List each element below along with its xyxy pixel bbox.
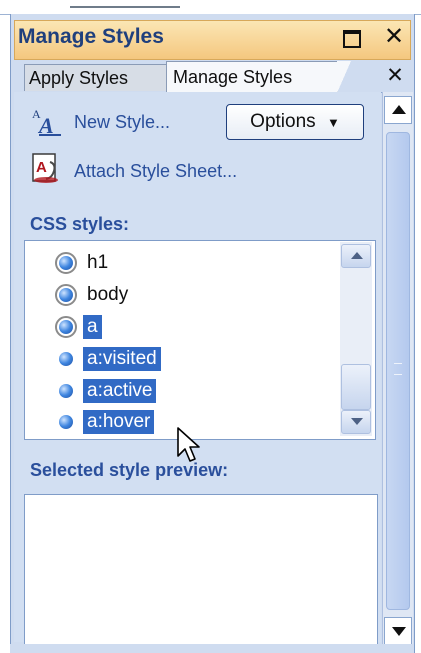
task-pane-title: Manage Styles bbox=[18, 25, 164, 48]
top-window-edge bbox=[0, 0, 421, 15]
panel-scroll-up-icon[interactable] bbox=[384, 96, 412, 124]
svg-text:A: A bbox=[36, 159, 47, 176]
panel-scroll-thumb[interactable] bbox=[386, 132, 410, 610]
close-icon[interactable]: ✕ bbox=[380, 22, 408, 52]
list-item[interactable]: a:visited bbox=[25, 344, 335, 376]
style-bullet-icon bbox=[59, 288, 73, 302]
style-bullet-icon bbox=[59, 320, 73, 334]
list-item[interactable]: h1 bbox=[25, 248, 335, 280]
maximize-icon[interactable] bbox=[340, 26, 364, 50]
tab-manage-styles[interactable]: Manage Styles bbox=[166, 61, 351, 93]
styles-list-scrollbar[interactable] bbox=[340, 242, 372, 436]
tab-close-icon[interactable]: ✕ bbox=[384, 63, 406, 89]
style-bullet-icon bbox=[59, 256, 73, 270]
selected-style-preview-label: Selected style preview: bbox=[30, 460, 229, 480]
style-bullet-icon bbox=[59, 384, 73, 398]
tab-apply-styles[interactable]: Apply Styles bbox=[24, 64, 170, 91]
chevron-down-icon: ▼ bbox=[326, 115, 340, 130]
options-label: Options bbox=[250, 111, 316, 132]
panel-scroll-down-icon[interactable] bbox=[384, 617, 412, 645]
attach-style-sheet-icon[interactable]: A bbox=[30, 152, 62, 186]
new-style-link[interactable]: New Style... bbox=[74, 112, 170, 133]
css-styles-label: CSS styles: bbox=[30, 214, 130, 234]
scroll-thumb[interactable] bbox=[341, 364, 371, 410]
list-item[interactable]: body bbox=[25, 280, 335, 312]
css-styles-list[interactable]: h1 body a a:visited a:active a:hover bbox=[24, 240, 376, 440]
task-pane-bottom-edge bbox=[10, 644, 413, 653]
style-bullet-icon bbox=[59, 415, 73, 429]
scroll-down-icon[interactable] bbox=[341, 410, 371, 434]
list-item[interactable]: a:active bbox=[25, 376, 335, 408]
new-style-icon[interactable]: A A bbox=[30, 106, 64, 138]
options-button[interactable]: Options ▼ bbox=[226, 104, 364, 140]
style-bullet-icon bbox=[59, 352, 73, 366]
scroll-up-icon[interactable] bbox=[341, 244, 371, 268]
selected-style-preview-box bbox=[24, 494, 378, 646]
list-item[interactable]: a bbox=[25, 312, 335, 344]
attach-style-sheet-link[interactable]: Attach Style Sheet... bbox=[74, 161, 237, 182]
